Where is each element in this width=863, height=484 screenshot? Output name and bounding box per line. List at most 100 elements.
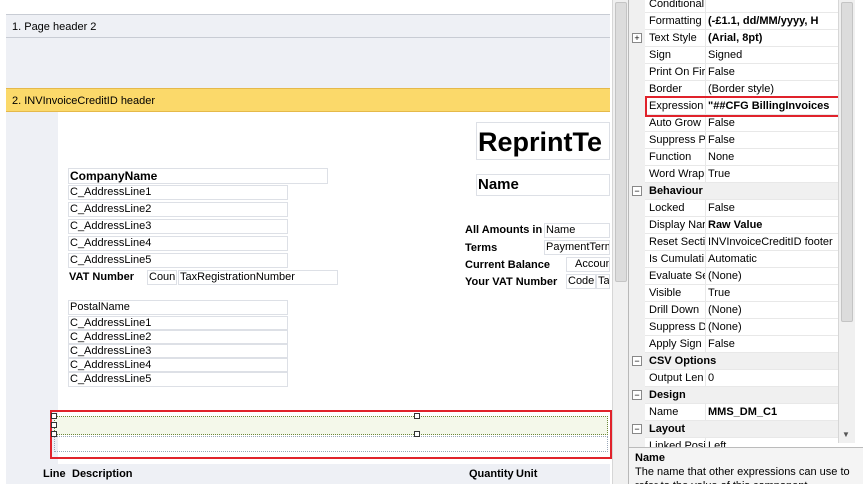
scroll-down-icon[interactable]: ▼ [842,430,850,439]
all-amounts-field[interactable]: Name [544,223,610,238]
resize-handle[interactable] [51,422,57,428]
vat-number-label[interactable]: VAT Number [69,271,147,285]
property-category[interactable]: − CSV Options [629,353,838,370]
property-row[interactable]: Suppress P False [629,132,838,149]
postal-address-line-field[interactable]: C_AddressLine2 [68,330,288,344]
selected-field-component[interactable] [54,416,608,435]
property-row[interactable]: Evaluate Se (None) [629,268,838,285]
property-value[interactable] [708,0,838,13]
empty-field-component[interactable] [54,436,608,452]
property-row[interactable]: Conditional [629,0,838,13]
property-row[interactable]: Auto Grow False [629,115,838,132]
column-quantity-heading[interactable]: Quantity [469,468,517,482]
resize-handle[interactable] [51,413,57,419]
property-value[interactable]: False [708,115,838,132]
address-line-field[interactable]: C_AddressLine2 [68,202,288,217]
page-header-band[interactable]: 1. Page header 2 [6,14,610,38]
terms-label[interactable]: Terms [465,242,525,256]
all-amounts-label[interactable]: All Amounts in [465,224,545,238]
property-row[interactable]: Visible True [629,285,838,302]
property-value[interactable]: INVInvoiceCreditID footer [708,234,838,251]
column-description-heading[interactable]: Description [72,468,152,482]
property-value[interactable]: False [708,200,838,217]
property-help-panel: Name The name that other expressions can… [629,447,863,484]
report-designer-canvas[interactable]: 1. Page header 2 2. INVInvoiceCreditID h… [0,0,612,484]
vat-country-field[interactable]: Coun [147,270,177,285]
terms-field[interactable]: PaymentTerm [544,240,610,255]
column-unit-heading[interactable]: Unit [516,468,556,482]
property-row[interactable]: Sign Signed [629,47,838,64]
property-value[interactable]: (None) [708,268,838,285]
property-row[interactable]: Function None [629,149,838,166]
current-balance-label[interactable]: Current Balance [465,259,565,273]
property-value[interactable]: Raw Value [708,217,838,234]
postal-address-line-field[interactable]: C_AddressLine1 [68,316,288,330]
name-title-field[interactable]: Name [476,174,610,196]
property-row[interactable]: Reset Secti INVInvoiceCreditID footer [629,234,838,251]
property-value[interactable]: False [708,336,838,353]
property-row[interactable]: Locked False [629,200,838,217]
help-title: Name [635,452,665,464]
collapse-icon[interactable]: − [632,390,642,400]
company-name-field[interactable]: CompanyName [68,168,328,184]
property-row[interactable]: Word Wrap True [629,166,838,183]
property-row[interactable]: Suppress D (None) [629,319,838,336]
current-balance-field[interactable]: Accoun [566,257,610,272]
address-line-field[interactable]: C_AddressLine5 [68,253,288,268]
property-value[interactable]: 0 [708,370,838,387]
property-row[interactable]: Is Cumulati Automatic [629,251,838,268]
property-value[interactable]: (None) [708,302,838,319]
group-header-band[interactable]: 2. INVInvoiceCreditID header [6,88,610,112]
reprint-title-field[interactable]: ReprintTe [476,122,610,160]
address-line-field[interactable]: C_AddressLine3 [68,219,288,234]
property-category[interactable]: − Layout [629,421,838,438]
property-category[interactable]: − Behaviour [629,183,838,200]
property-value[interactable]: False [708,132,838,149]
scrollbar-thumb[interactable] [615,2,627,282]
postal-address-line-field[interactable]: C_AddressLine5 [68,372,288,387]
property-grid[interactable]: Conditional Formatting (-£1.1, dd/MM/yyyy,… [628,0,863,484]
vat-number-field[interactable]: TaxRegistrationNumber [178,270,338,285]
postal-address-line-field[interactable]: C_AddressLine3 [68,344,288,358]
address-line-field[interactable]: C_AddressLine1 [68,185,288,200]
property-category[interactable]: − Design [629,387,838,404]
property-value[interactable]: Automatic [708,251,838,268]
highlight-expression-property [645,96,852,117]
property-gutter [629,404,645,421]
address-line-field[interactable]: C_AddressLine4 [68,236,288,251]
property-row[interactable]: Apply Sign False [629,336,838,353]
your-vat-label[interactable]: Your VAT Number [465,276,565,290]
property-value[interactable]: True [708,285,838,302]
property-value[interactable]: False [708,64,838,81]
property-value[interactable]: None [708,149,838,166]
resize-handle[interactable] [51,431,57,437]
property-row[interactable]: Display Nar Raw Value [629,217,838,234]
collapse-icon[interactable]: − [632,424,642,434]
resize-handle[interactable] [414,413,420,419]
collapse-icon[interactable]: − [632,186,642,196]
property-value[interactable]: (Arial, 8pt) [708,30,838,47]
property-value[interactable]: True [708,166,838,183]
property-value[interactable]: (-£1.1, dd/MM/yyyy, H [708,13,838,30]
postal-name-field[interactable]: PostalName [68,300,288,315]
designer-vertical-scrollbar[interactable] [612,0,628,484]
collapse-icon[interactable]: − [632,356,642,366]
your-vat-code-field[interactable]: Code [566,274,596,289]
property-row[interactable]: Drill Down (None) [629,302,838,319]
property-value[interactable]: (None) [708,319,838,336]
property-row[interactable]: Formatting (-£1.1, dd/MM/yyyy, H [629,13,838,30]
property-value[interactable]: Signed [708,47,838,64]
your-vat-extra-field[interactable]: Ta [596,274,610,289]
column-line-heading[interactable]: Line [43,468,71,482]
property-value[interactable]: MMS_DM_C1 [708,404,838,421]
expand-icon[interactable]: + [632,33,642,43]
property-row[interactable]: Name MMS_DM_C1 [629,404,838,421]
property-grid-scrollbar[interactable]: ▼ [838,0,855,443]
resize-handle[interactable] [414,431,420,437]
postal-address-line-field[interactable]: C_AddressLine4 [68,358,288,372]
property-row[interactable]: Print On Fir False [629,64,838,81]
property-gutter [629,302,645,319]
scrollbar-thumb[interactable] [841,2,853,322]
property-row[interactable]: Output Len 0 [629,370,838,387]
property-row[interactable]: + Text Style (Arial, 8pt) [629,30,838,47]
